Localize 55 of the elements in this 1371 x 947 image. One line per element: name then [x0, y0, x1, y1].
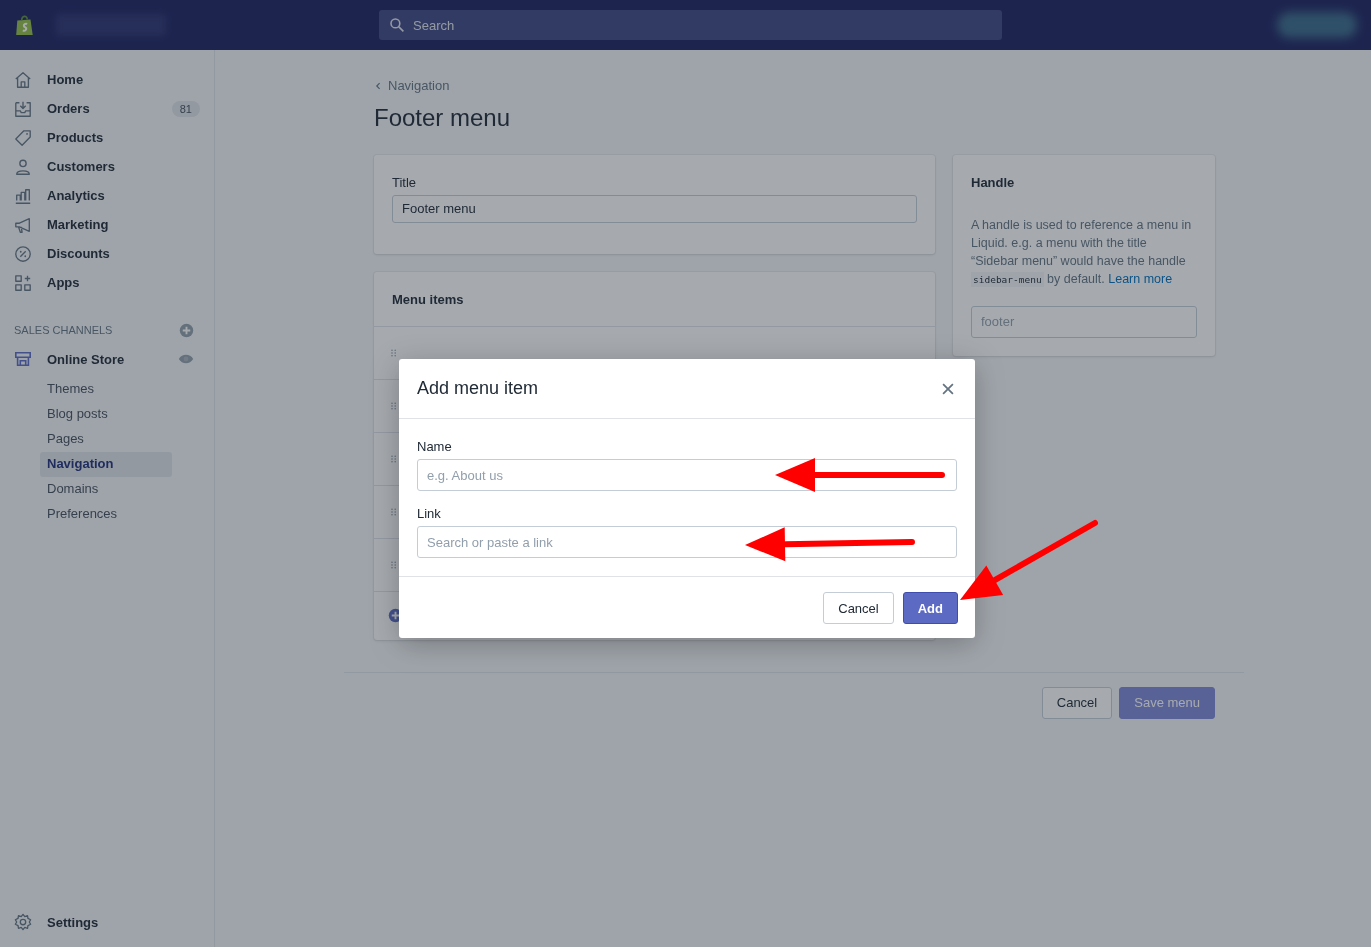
close-icon[interactable]	[941, 381, 955, 396]
tag-icon	[14, 128, 32, 147]
card-heading: Handle	[971, 174, 1016, 190]
account-blurred[interactable]	[1277, 12, 1357, 38]
drag-handle-icon[interactable]	[390, 559, 398, 570]
sidebar-item[interactable]: Home	[0, 65, 214, 94]
gear-icon	[14, 913, 32, 931]
house-icon	[14, 70, 32, 89]
discount-badge-icon	[14, 244, 32, 263]
field-label: Link	[417, 506, 442, 521]
page-title: Footer menu	[374, 103, 512, 132]
search-field[interactable]: Search	[379, 10, 1002, 40]
cancel-button[interactable]: Cancel	[823, 592, 894, 624]
section-heading: SALES CHANNELS	[14, 324, 113, 336]
card-heading: Menu items	[374, 271, 935, 327]
sidebar-item[interactable]: Products	[0, 123, 214, 152]
breadcrumb-link[interactable]: Navigation	[374, 78, 450, 93]
sidebar-item[interactable]: Marketing	[0, 210, 214, 239]
sidebar-item[interactable]: Customers	[0, 152, 214, 181]
cancel-button[interactable]: Cancel	[1041, 686, 1113, 719]
drag-handle-icon[interactable]	[390, 453, 398, 464]
drag-handle-icon[interactable]	[390, 347, 398, 358]
sidebar-item[interactable]: Apps	[0, 268, 214, 297]
settings-item[interactable]: Settings	[0, 913, 214, 931]
sidebar-subitem[interactable]: Blog posts	[40, 402, 172, 427]
apps-grid-icon	[14, 273, 32, 292]
sidebar-item[interactable]: Discounts	[0, 239, 214, 268]
person-icon	[14, 157, 32, 176]
bar-chart-icon	[14, 186, 32, 205]
megaphone-icon	[14, 215, 32, 234]
sidebar-subitem[interactable]: Navigation	[40, 452, 172, 477]
sidebar-item[interactable]: Orders 81	[0, 94, 214, 123]
count-badge: 81	[171, 100, 200, 117]
sidebar-item[interactable]: Analytics	[0, 181, 214, 210]
shopping-bag-logo-icon	[14, 12, 36, 38]
search-icon	[389, 17, 405, 33]
sidebar-subitem[interactable]: Preferences	[40, 502, 172, 527]
sidebar-item[interactable]: Online Store	[0, 341, 214, 377]
chevron-left-icon	[374, 80, 382, 91]
add-button[interactable]: Add	[902, 592, 958, 624]
field-label: Title	[392, 174, 418, 190]
storefront-icon	[14, 350, 32, 368]
help-text: A handle is used to reference a menu in Liquid. e.g. a menu with the title “Sidebar menu” would have the handle sidebar-menu by default. Learn more	[971, 216, 1193, 289]
input-field[interactable]: e.g. About us	[417, 459, 957, 491]
input-field[interactable]: Search or paste a link	[417, 526, 957, 558]
dialog-title: Add menu item	[417, 378, 539, 399]
field-label: Name	[417, 439, 453, 454]
inbox-icon	[14, 99, 32, 118]
sidebar-subitem[interactable]: Domains	[40, 477, 172, 502]
learn-more-link[interactable]: Learn more	[1108, 271, 1173, 286]
drag-handle-icon[interactable]	[390, 400, 398, 411]
sidebar-subitem[interactable]: Themes	[40, 377, 172, 402]
sidebar-subitem[interactable]: Pages	[40, 427, 172, 452]
title-input-field[interactable]: Footer menu	[392, 194, 917, 223]
drag-handle-icon[interactable]	[390, 506, 398, 517]
